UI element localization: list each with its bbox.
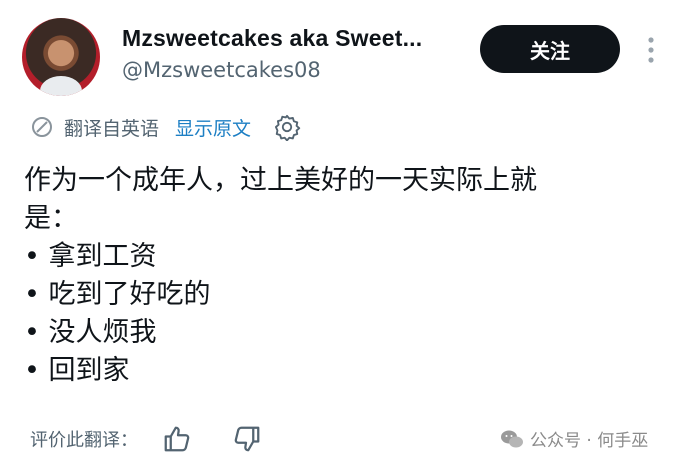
watermark: 公众号 · 何手巫	[500, 426, 648, 451]
tweet-line: • 没人烦我	[24, 317, 157, 348]
display-name[interactable]: Mzsweetcakes aka Sweet...	[122, 25, 422, 52]
user-handle[interactable]: @Mzsweetcakes08	[122, 58, 321, 82]
rate-translation-label: 评价此翻译：	[30, 430, 138, 451]
tweet-line: • 吃到了好吃的	[24, 279, 211, 310]
gear-icon[interactable]	[273, 113, 301, 141]
translated-from-label: 翻译自英语	[64, 117, 160, 140]
translation-bar: 翻译自英语 显示原文	[30, 112, 301, 142]
watermark-text: 公众号 · 何手巫	[530, 431, 649, 451]
tweet-line: • 回到家	[24, 355, 130, 386]
thumbs-down-icon[interactable]	[232, 424, 262, 454]
more-vertical-icon[interactable]	[645, 34, 657, 66]
tweet-text: 作为一个成年人，过上美好的一天实际上就 是： • 拿到工资 • 吃到了好吃的 •…	[24, 162, 644, 390]
tweet-line: • 拿到工资	[24, 241, 157, 272]
avatar[interactable]	[22, 18, 100, 96]
tweet-line: 是：	[24, 203, 78, 234]
tweet-line: 作为一个成年人，过上美好的一天实际上就	[24, 165, 537, 196]
wechat-icon	[501, 430, 523, 447]
follow-button[interactable]: 关注	[480, 25, 620, 73]
translate-icon	[32, 117, 52, 137]
rate-translation-bar: 评价此翻译：	[30, 424, 262, 454]
show-original-link[interactable]: 显示原文	[175, 114, 251, 141]
thumbs-up-icon[interactable]	[162, 424, 192, 454]
